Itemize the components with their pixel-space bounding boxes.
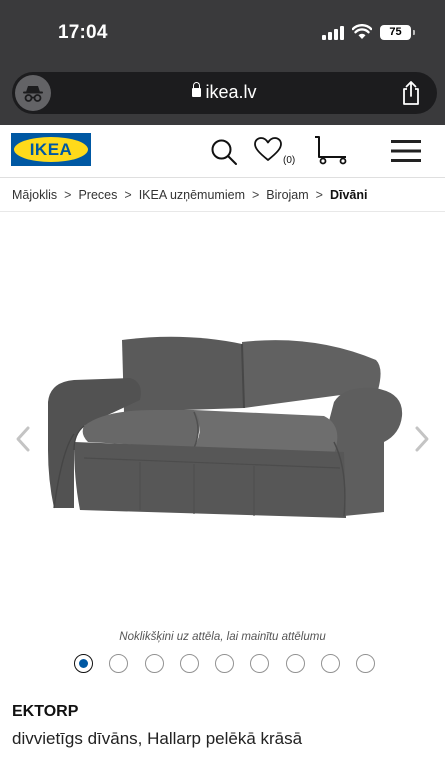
status-time: 17:04 xyxy=(58,22,108,43)
site-header: IKEA (0) xyxy=(0,125,445,177)
share-icon[interactable] xyxy=(399,80,423,106)
breadcrumb-separator: > xyxy=(251,188,260,202)
gallery-dot[interactable] xyxy=(356,654,376,673)
gallery-dot[interactable] xyxy=(215,654,235,673)
gallery-dot[interactable] xyxy=(285,654,305,673)
url-display[interactable]: ikea.lv xyxy=(12,82,437,103)
breadcrumb-item[interactable]: Preces xyxy=(78,188,117,202)
cellular-signal-icon xyxy=(322,26,344,40)
url-bar[interactable]: ikea.lv xyxy=(12,72,437,114)
gallery-dot[interactable] xyxy=(321,654,341,673)
url-text: ikea.lv xyxy=(205,82,257,102)
breadcrumb-current: Dīvāni xyxy=(329,188,368,202)
ikea-logo[interactable]: IKEA xyxy=(11,133,91,166)
gallery-dot[interactable] xyxy=(74,654,93,673)
gallery-dot[interactable] xyxy=(109,654,129,673)
header-divider xyxy=(0,177,445,178)
gallery-caption: Noklikšķini uz attēla, lai mainītu attēl… xyxy=(119,631,326,643)
gallery-pagination xyxy=(74,654,392,674)
status-bar: 17:04 75 xyxy=(0,0,445,66)
gallery-dot[interactable] xyxy=(250,654,270,673)
browser-chrome: 17:04 75 ikea.lv xyxy=(0,0,445,125)
chevron-left-icon[interactable] xyxy=(12,424,34,454)
breadcrumb-separator: > xyxy=(315,188,323,202)
breadcrumb-separator: > xyxy=(64,188,72,202)
product-image[interactable] xyxy=(44,330,404,540)
battery-icon: 75 xyxy=(380,25,415,40)
breadcrumb: Mājoklis > Preces > IKEA uzņēmumiem > Birojam >… xyxy=(12,188,368,202)
chevron-right-icon[interactable] xyxy=(411,424,433,454)
breadcrumb-separator: > xyxy=(124,188,132,202)
breadcrumb-item[interactable]: IKEA uzņēmumiem xyxy=(139,188,245,202)
search-icon[interactable] xyxy=(209,137,239,167)
heart-icon[interactable] xyxy=(253,136,283,162)
menu-icon[interactable] xyxy=(391,138,421,164)
wifi-icon xyxy=(352,24,372,39)
product-description: divvietīgs dīvāns, Hallarp pelēkā krāsā xyxy=(12,729,303,748)
breadcrumb-item[interactable]: Birojam xyxy=(266,188,308,202)
lock-icon xyxy=(192,82,202,97)
gallery-dot[interactable] xyxy=(144,654,164,673)
logo-text: IKEA xyxy=(29,139,73,159)
gallery-dot[interactable] xyxy=(179,654,199,673)
cart-icon[interactable] xyxy=(313,135,349,165)
favorites-count: (0) xyxy=(283,155,296,166)
product-name: EKTORP xyxy=(12,703,79,720)
breadcrumb-divider xyxy=(0,211,445,212)
breadcrumb-item[interactable]: Mājoklis xyxy=(12,188,57,202)
